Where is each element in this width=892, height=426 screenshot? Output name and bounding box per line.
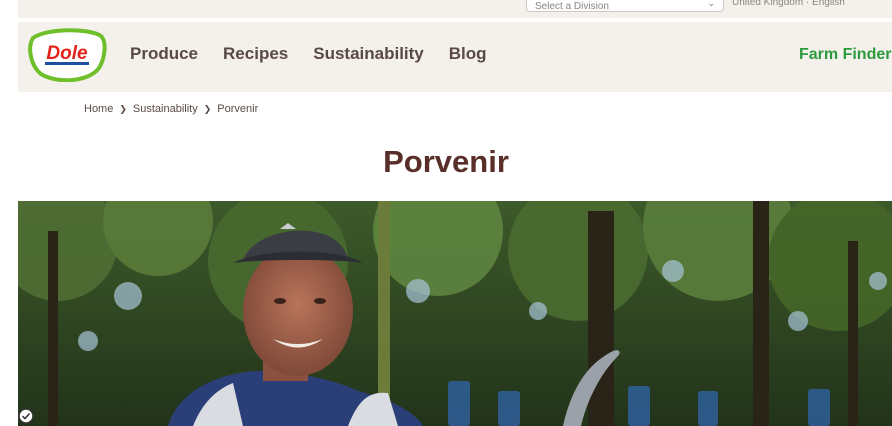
division-select[interactable]: Select a Division ⌄: [526, 0, 724, 12]
nav-item-produce[interactable]: Produce: [130, 44, 198, 64]
chevron-down-icon: ⌄: [707, 0, 715, 8]
svg-text:Dole: Dole: [46, 43, 88, 64]
main-nav: Produce Recipes Sustainability Blog: [130, 44, 512, 64]
hero-image: [18, 201, 892, 426]
farm-finder-link[interactable]: Farm Finder: [799, 46, 891, 64]
breadcrumb-sustainability[interactable]: Sustainability: [133, 103, 198, 115]
nav-item-recipes[interactable]: Recipes: [223, 44, 288, 64]
breadcrumb-home[interactable]: Home: [84, 103, 113, 115]
page-title: Porvenir: [383, 144, 509, 179]
hero-photo: [18, 201, 892, 426]
dole-logo[interactable]: Dole: [27, 28, 107, 83]
check-circle-icon[interactable]: [18, 408, 34, 424]
site-header: Dole Produce Recipes Sustainability Blog…: [18, 22, 892, 92]
utility-bar: Select a Division ⌄ United Kingdom · Eng…: [18, 0, 892, 18]
chevron-right-icon: ❯: [119, 103, 127, 114]
locale-selector[interactable]: United Kingdom · English: [732, 0, 845, 8]
chevron-right-icon: ❯: [203, 103, 212, 114]
page: Select a Division ⌄ United Kingdom · Eng…: [0, 0, 892, 426]
breadcrumb-current: Porvenir: [217, 103, 259, 115]
breadcrumb: Home ❯ Sustainability ❯ Porvenir: [84, 103, 258, 115]
nav-item-blog[interactable]: Blog: [449, 44, 487, 64]
nav-item-sustainability[interactable]: Sustainability: [313, 44, 424, 64]
division-select-value: Select a Division: [535, 1, 609, 12]
